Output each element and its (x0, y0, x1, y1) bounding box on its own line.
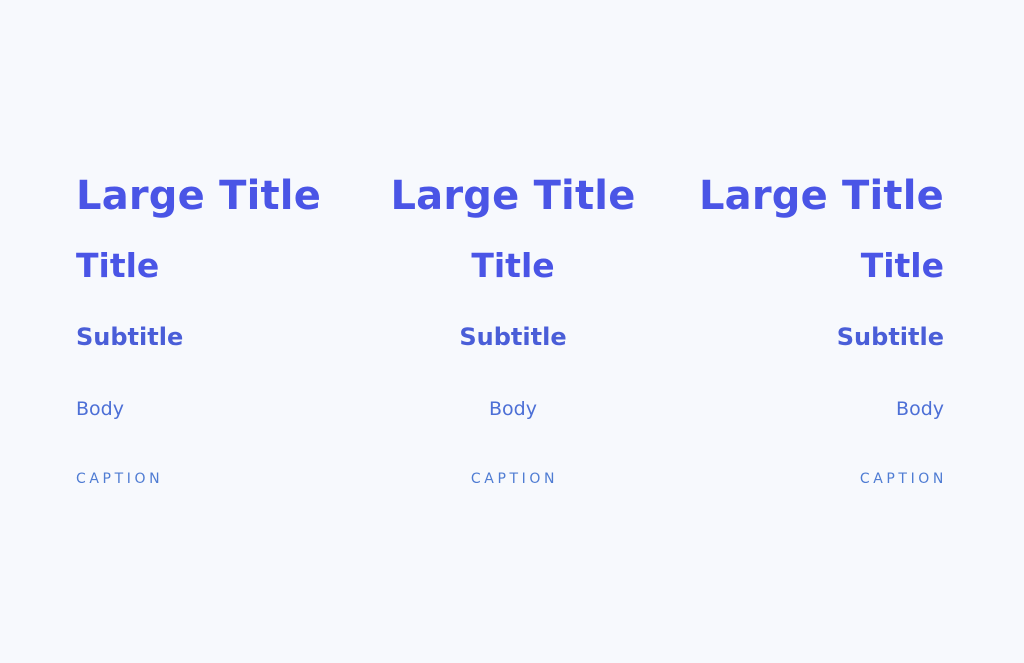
body-text: Body (896, 398, 944, 420)
caption-text: CAPTION (76, 471, 164, 487)
subtitle-text: Subtitle (836, 323, 944, 351)
subtitle-text: Subtitle (459, 323, 567, 351)
title-text: Title (860, 246, 944, 285)
large-title-text: Large Title (390, 173, 636, 219)
right-aligned-column: Large Title Title Subtitle Body CAPTION (674, 0, 944, 663)
title-text: Title (471, 246, 555, 285)
caption-text: CAPTION (859, 471, 947, 487)
center-aligned-column: Large Title Title Subtitle Body CAPTION (378, 0, 648, 663)
left-aligned-column: Large Title Title Subtitle Body CAPTION (76, 0, 346, 663)
body-text: Body (489, 398, 537, 420)
subtitle-text: Subtitle (76, 323, 184, 351)
large-title-text: Large Title (76, 173, 322, 219)
caption-text: CAPTION (470, 471, 559, 487)
large-title-text: Large Title (698, 173, 944, 219)
body-text: Body (76, 398, 124, 420)
title-text: Title (76, 246, 160, 285)
